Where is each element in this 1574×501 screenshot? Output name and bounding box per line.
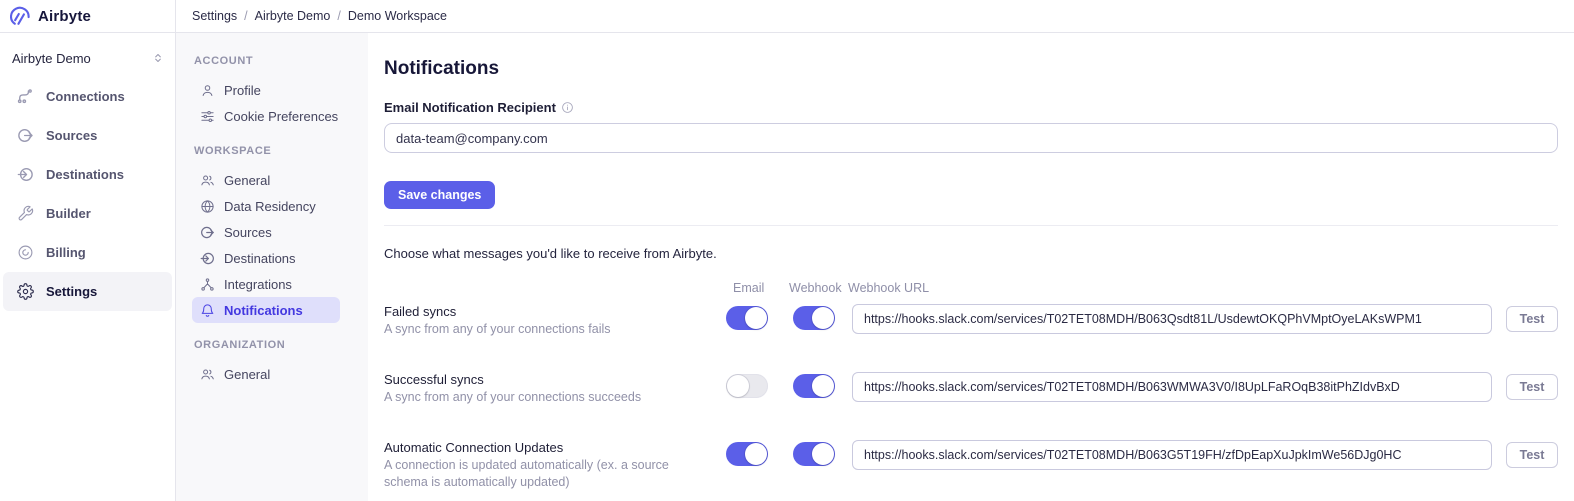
toggle-knob — [745, 307, 767, 329]
gear-icon — [17, 283, 34, 300]
source-icon — [17, 127, 34, 144]
test-button[interactable]: Test — [1506, 374, 1558, 400]
wrench-icon — [17, 205, 34, 222]
settings-section-title: ACCOUNT — [194, 55, 354, 71]
settings-section-title: ORGANIZATION — [194, 339, 354, 355]
globe-icon — [200, 199, 215, 214]
column-header-webhook: Webhook — [789, 281, 848, 295]
save-changes-button[interactable]: Save changes — [384, 181, 495, 209]
sidebar-nav: Connections Sources Destinations Builder… — [0, 77, 175, 311]
breadcrumb-separator: / — [337, 9, 340, 23]
notification-rows: Failed syncs A sync from any of your con… — [384, 304, 1558, 491]
webhook-toggle[interactable] — [793, 442, 835, 466]
connections-icon — [17, 88, 34, 105]
notification-row: Failed syncs A sync from any of your con… — [384, 304, 1558, 338]
sliders-icon — [200, 109, 215, 124]
sidebar-item-billing[interactable]: Billing — [3, 233, 172, 272]
settings-nav-item-general[interactable]: General — [192, 167, 340, 193]
settings-nav-item-integrations[interactable]: Integrations — [192, 271, 340, 297]
settings-nav-item-data-residency[interactable]: Data Residency — [192, 193, 340, 219]
user-icon — [200, 83, 215, 98]
notification-title: Failed syncs — [384, 304, 726, 319]
notification-title: Automatic Connection Updates — [384, 440, 726, 455]
toggle-knob — [745, 443, 767, 465]
airbyte-logo-icon — [10, 5, 32, 27]
webhook-url-input[interactable] — [852, 304, 1492, 334]
destination-icon — [17, 166, 34, 183]
settings-nav-item-destinations[interactable]: Destinations — [192, 245, 340, 271]
notification-row: Successful syncs A sync from any of your… — [384, 372, 1558, 406]
sidebar-item-connections[interactable]: Connections — [3, 77, 172, 116]
webhook-url-input[interactable] — [852, 440, 1492, 470]
email-toggle[interactable] — [726, 442, 768, 466]
info-icon[interactable] — [561, 101, 574, 114]
webhook-toggle[interactable] — [793, 306, 835, 330]
workspace-name: Airbyte Demo — [12, 51, 91, 66]
settings-nav-section: WORKSPACE General Data Residency Sources… — [194, 145, 354, 323]
top-bar: Airbyte Settings / Airbyte Demo / Demo Works… — [0, 0, 1574, 33]
logo[interactable]: Airbyte — [0, 0, 176, 32]
test-button[interactable]: Test — [1506, 442, 1558, 468]
breadcrumb: Settings / Airbyte Demo / Demo Workspace — [176, 0, 447, 32]
breadcrumb-separator: / — [244, 9, 247, 23]
email-toggle[interactable] — [726, 374, 768, 398]
notification-description: A connection is updated automatically (e… — [384, 457, 706, 491]
notification-title: Successful syncs — [384, 372, 726, 387]
notification-row: Automatic Connection Updates A connectio… — [384, 440, 1558, 491]
settings-nav-item-notifications[interactable]: Notifications — [192, 297, 340, 323]
notification-description: A sync from any of your connections fail… — [384, 321, 706, 338]
webhook-url-input[interactable] — [852, 372, 1492, 402]
toggle-knob — [812, 443, 834, 465]
integrations-icon — [200, 277, 215, 292]
email-recipient-label: Email Notification Recipient — [384, 100, 556, 115]
toggle-knob — [727, 375, 749, 397]
source-icon — [200, 225, 215, 240]
breadcrumb-item-demo-workspace[interactable]: Demo Workspace — [348, 9, 447, 23]
settings-nav-section: ORGANIZATION General — [194, 339, 354, 387]
column-header-email: Email — [726, 281, 793, 295]
destination-icon — [200, 251, 215, 266]
sidebar-item-builder[interactable]: Builder — [3, 194, 172, 233]
column-header-webhook-url: Webhook URL — [848, 281, 1492, 295]
workspace-selector[interactable]: Airbyte Demo — [0, 45, 175, 71]
settings-nav: ACCOUNT Profile Cookie Preferences WORKS… — [176, 33, 368, 501]
settings-nav-item-general[interactable]: General — [192, 361, 340, 387]
brand-name: Airbyte — [38, 8, 91, 25]
bell-icon — [200, 303, 215, 318]
billing-icon — [17, 244, 34, 261]
webhook-toggle[interactable] — [793, 374, 835, 398]
main-content: Notifications Email Notification Recipie… — [368, 33, 1574, 501]
email-toggle[interactable] — [726, 306, 768, 330]
toggle-knob — [812, 307, 834, 329]
email-recipient-input[interactable] — [384, 123, 1558, 153]
sidebar-item-settings[interactable]: Settings — [3, 272, 172, 311]
settings-nav-section: ACCOUNT Profile Cookie Preferences — [194, 55, 354, 129]
intro-text: Choose what messages you'd like to recei… — [384, 246, 1558, 261]
chevron-updown-icon[interactable] — [151, 51, 165, 65]
users-icon — [200, 367, 215, 382]
users-icon — [200, 173, 215, 188]
app-root: Airbyte Settings / Airbyte Demo / Demo Works… — [0, 0, 1574, 501]
settings-section-title: WORKSPACE — [194, 145, 354, 161]
settings-nav-item-cookie-preferences[interactable]: Cookie Preferences — [192, 103, 346, 129]
sidebar-item-sources[interactable]: Sources — [3, 116, 172, 155]
sidebar-item-destinations[interactable]: Destinations — [3, 155, 172, 194]
settings-nav-item-sources[interactable]: Sources — [192, 219, 340, 245]
settings-nav-item-profile[interactable]: Profile — [192, 77, 340, 103]
breadcrumb-item-airbyte-demo[interactable]: Airbyte Demo — [255, 9, 331, 23]
toggle-knob — [812, 375, 834, 397]
page-title: Notifications — [384, 58, 1558, 80]
sidebar: Airbyte Demo Connections Sources Destina… — [0, 33, 176, 501]
section-divider — [384, 225, 1558, 226]
table-header: Email Webhook Webhook URL — [384, 281, 1558, 297]
test-button[interactable]: Test — [1506, 306, 1558, 332]
notification-description: A sync from any of your connections succ… — [384, 389, 706, 406]
breadcrumb-item-settings[interactable]: Settings — [192, 9, 237, 23]
